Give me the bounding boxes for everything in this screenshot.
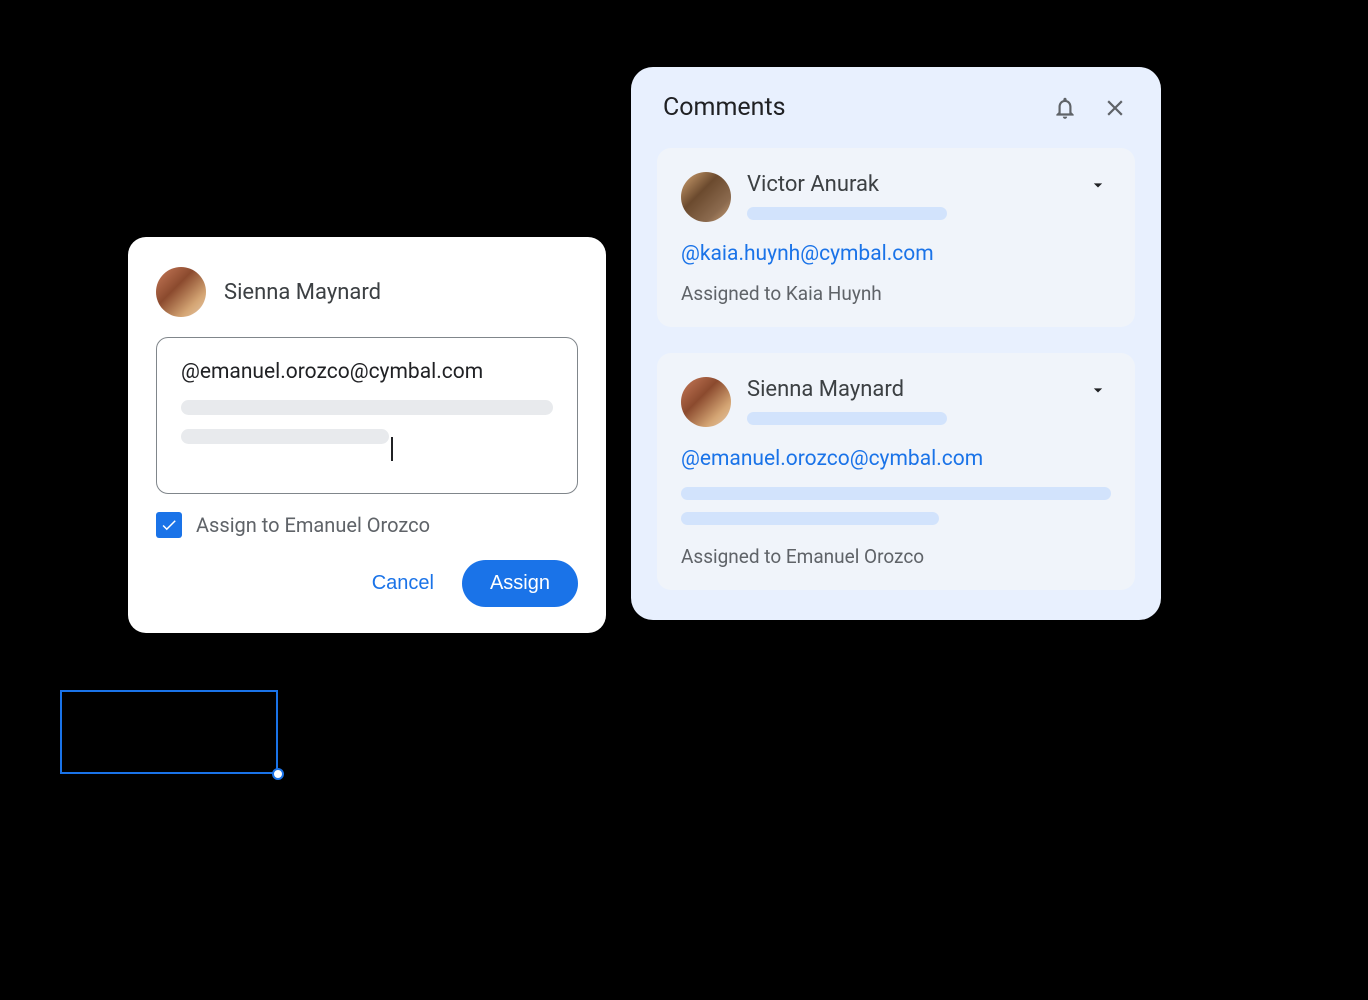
author-block: Sienna Maynard	[747, 377, 1069, 425]
cancel-button[interactable]: Cancel	[352, 562, 454, 605]
bell-icon	[1052, 95, 1078, 121]
avatar	[156, 267, 206, 317]
chevron-down-icon	[1088, 175, 1108, 195]
close-button[interactable]	[1101, 94, 1129, 122]
meta-placeholder	[747, 207, 947, 220]
avatar	[681, 172, 731, 222]
body-placeholder	[681, 487, 1111, 500]
mention-text: @emanuel.orozco@cymbal.com	[181, 360, 553, 384]
comment-author-row: Sienna Maynard	[156, 267, 578, 317]
cell-selection-box	[60, 690, 278, 774]
text-cursor	[391, 437, 393, 461]
assign-button[interactable]: Assign	[462, 560, 578, 607]
chevron-down-icon	[1088, 380, 1108, 400]
comment-input[interactable]: @emanuel.orozco@cymbal.com	[156, 337, 578, 494]
assigned-to-text: Assigned to Emanuel Orozco	[681, 545, 1111, 568]
expand-button[interactable]	[1085, 172, 1111, 198]
assign-checkbox[interactable]	[156, 512, 182, 538]
placeholder-line	[181, 429, 389, 444]
author-name: Victor Anurak	[747, 172, 1069, 197]
comment-item[interactable]: Sienna Maynard @emanuel.orozco@cymbal.co…	[657, 353, 1135, 590]
check-icon	[160, 516, 178, 534]
avatar	[681, 377, 731, 427]
expand-button[interactable]	[1085, 377, 1111, 403]
body-placeholder	[681, 512, 939, 525]
mention-link[interactable]: @kaia.huynh@cymbal.com	[681, 242, 1111, 266]
placeholder-line	[181, 400, 553, 415]
meta-placeholder	[747, 412, 947, 425]
close-icon	[1102, 95, 1128, 121]
author-name: Sienna Maynard	[747, 377, 1069, 402]
panel-title: Comments	[663, 93, 786, 122]
author-name: Sienna Maynard	[224, 280, 381, 305]
comment-item-header: Sienna Maynard	[681, 377, 1111, 427]
panel-actions	[1051, 94, 1129, 122]
assigned-to-text: Assigned to Kaia Huynh	[681, 282, 1111, 305]
mention-link[interactable]: @emanuel.orozco@cymbal.com	[681, 447, 1111, 471]
comment-item[interactable]: Victor Anurak @kaia.huynh@cymbal.com Ass…	[657, 148, 1135, 327]
comments-panel: Comments Victor Anurak @kaia.huynh@cymba…	[631, 67, 1161, 620]
assign-label: Assign to Emanuel Orozco	[196, 513, 430, 537]
button-row: Cancel Assign	[156, 560, 578, 607]
assign-to-row: Assign to Emanuel Orozco	[156, 512, 578, 538]
new-comment-card: Sienna Maynard @emanuel.orozco@cymbal.co…	[128, 237, 606, 633]
comment-item-header: Victor Anurak	[681, 172, 1111, 222]
selection-handle[interactable]	[272, 768, 284, 780]
author-block: Victor Anurak	[747, 172, 1069, 220]
notifications-button[interactable]	[1051, 94, 1079, 122]
panel-header: Comments	[657, 93, 1135, 122]
